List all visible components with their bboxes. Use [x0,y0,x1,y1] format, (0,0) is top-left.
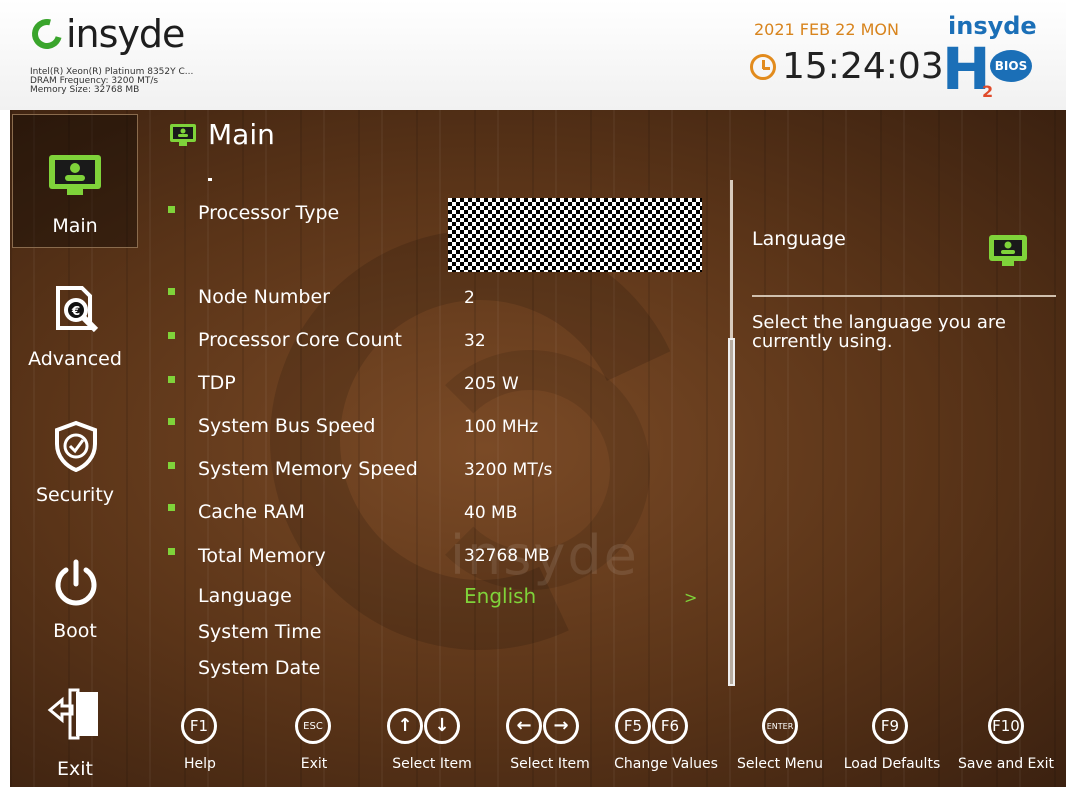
sidebar-item-exit[interactable]: Exit [12,678,138,787]
row-label-processor-type: Processor Type [198,202,340,224]
row-bullet [168,332,175,339]
row-label-processor-core-count: Processor Core Count [198,329,402,351]
help-description: Select the language you are currently us… [752,312,1006,352]
key-label-load-defaults: Load Defaults [843,756,941,772]
row-bullet [168,376,175,383]
menu-item-system-time[interactable]: System Time [198,621,321,643]
help-title: Language [752,228,846,250]
advanced-search-doc-icon: € [56,286,99,333]
sidebar-item-label: Advanced [28,348,122,370]
logo-text: insyde [66,12,185,56]
key-esc[interactable]: ESC [295,708,331,744]
key-arrow-down[interactable]: ↓ [424,708,460,744]
scroll-hint-dot [208,178,212,181]
memory-size-line: Memory Size: 32768 MB [30,85,140,95]
boot-power-icon [55,559,97,606]
row-value-system-memory-speed: 3200 MT/s [464,460,553,480]
row-bullet [168,206,175,213]
main-monitor-icon [49,155,101,195]
row-bullet [168,288,175,295]
svg-text:€: € [71,304,80,318]
page-title: Main [208,118,275,151]
row-label-total-memory: Total Memory [198,545,326,567]
sidebar-item-security[interactable]: Security [12,406,138,516]
row-bullet [168,462,175,469]
row-value-system-bus-speed: 100 MHz [464,417,539,437]
key-label-save-and-exit: Save and Exit [957,756,1055,772]
processor-type-value-redacted [448,198,702,272]
current-date: 2021 FEB 22 MON [754,20,899,39]
row-bullet [168,418,175,425]
submenu-arrow-icon: > [684,588,698,607]
sidebar-item-main[interactable]: Main [12,114,138,248]
scrollbar-thumb[interactable] [728,338,735,686]
row-value-tdp: 205 W [464,374,519,394]
page-title-bar: Main [168,118,275,151]
sidebar-item-label: Security [35,484,115,506]
brand-subscript-2: 2 [982,82,994,101]
key-label-select-menu: Select Menu [736,756,824,772]
row-value-total-memory: 32768 MB [464,546,550,566]
bios-main-area: insyde Main € Advanced Security Boot Exi… [10,110,1066,787]
key-label-select-item: Select Item [510,756,590,772]
main-monitor-icon [170,123,196,146]
clock-icon [750,53,776,80]
menu-item-language[interactable]: Language [198,585,292,607]
key-label-help: Help [184,756,216,772]
key-label-change-values: Change Values [614,756,718,772]
row-label-node-number: Node Number [198,286,330,308]
insyde-logo: insyde [26,10,185,58]
row-label-cache-ram: Cache RAM [198,501,305,523]
insyde-logo-mark-icon [26,13,68,55]
key-f10[interactable]: F10 [988,708,1024,744]
key-f5[interactable]: F5 [615,708,651,744]
key-f6[interactable]: F6 [652,708,688,744]
key-enter[interactable]: ENTER [762,708,798,744]
security-shield-icon [55,420,97,472]
key-arrow-left[interactable]: ← [506,708,542,744]
current-time: 15:24:03 [782,46,944,87]
header-bar: insyde Intel(R) Xeon(R) Platinum 8352Y C… [0,0,1066,110]
exit-door-icon [47,688,98,740]
row-value-processor-core-count: 32 [464,331,486,351]
key-label-exit: Exit [300,756,328,772]
system-summary: Intel(R) Xeon(R) Platinum 8352Y C... DRA… [30,68,193,95]
menu-item-system-date[interactable]: System Date [198,657,320,679]
row-label-system-bus-speed: System Bus Speed [198,415,376,437]
row-value-cache-ram: 40 MB [464,503,518,523]
row-label-tdp: TDP [198,372,236,394]
key-f9[interactable]: F9 [872,708,908,744]
row-label-system-memory-speed: System Memory Speed [198,458,418,480]
help-divider [752,295,1056,297]
insyde-h2o-logo: insyde H 2 BIOS [940,12,1040,102]
clock: 15:24:03 [750,46,944,87]
sidebar-item-label: Main [52,215,98,237]
key-arrow-up[interactable]: ↑ [387,708,423,744]
help-monitor-icon [989,235,1027,266]
language-select-value[interactable]: English [464,584,536,608]
sidebar-item-label: Exit [57,758,93,780]
key-label-select-item: Select Item [392,756,472,772]
brand-bios-badge: BIOS [990,50,1032,82]
row-bullet [168,548,175,555]
sidebar-item-boot[interactable]: Boot [12,542,138,652]
sidebar-item-advanced[interactable]: € Advanced [12,270,138,380]
key-arrow-right[interactable]: → [543,708,579,744]
key-f1[interactable]: F1 [181,708,217,744]
row-value-node-number: 2 [464,288,475,308]
row-bullet [168,504,175,511]
sidebar-item-label: Boot [53,620,97,642]
